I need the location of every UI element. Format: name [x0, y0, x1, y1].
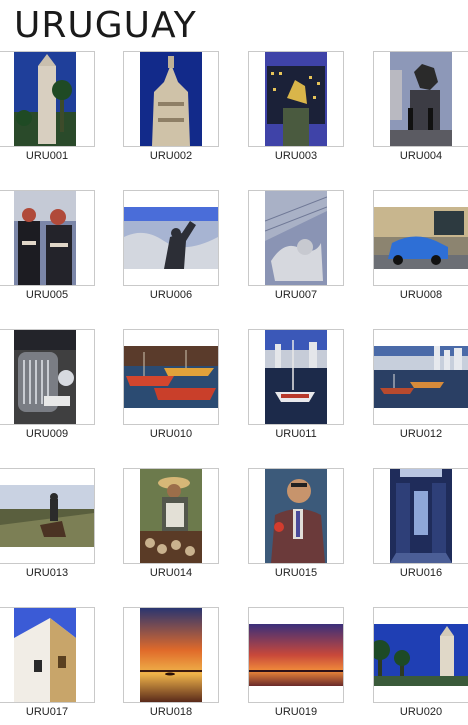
thumbnail-card[interactable]: URU013 [0, 468, 95, 586]
thumbnail-caption[interactable]: URU003 [248, 150, 344, 162]
thumbnail-card[interactable]: URU019 [248, 607, 344, 725]
thumbnail-grid: URU001 URU002 URU003 URU004 URU005 URU00… [0, 0, 468, 721]
thumbnail-frame[interactable] [248, 51, 344, 147]
thumbnail-card[interactable]: URU016 [373, 468, 468, 586]
thumbnail-caption[interactable]: URU005 [0, 289, 95, 301]
thumbnail-card[interactable]: URU003 [248, 51, 344, 169]
thumbnail-card[interactable]: URU009 [0, 329, 95, 447]
thumbnail-caption[interactable]: URU019 [248, 706, 344, 718]
thumbnail-card[interactable]: URU015 [248, 468, 344, 586]
thumbnail-caption[interactable]: URU013 [0, 567, 95, 579]
thumbnail-image[interactable] [265, 330, 327, 424]
thumbnail-frame[interactable] [0, 51, 95, 147]
thumbnail-image[interactable] [14, 52, 76, 146]
thumbnail-caption[interactable]: URU017 [0, 706, 95, 718]
thumbnail-card[interactable]: URU004 [373, 51, 468, 169]
thumbnail-caption[interactable]: URU004 [373, 150, 468, 162]
thumbnail-frame[interactable] [0, 329, 95, 425]
thumbnail-frame[interactable] [248, 468, 344, 564]
thumbnail-card[interactable]: URU005 [0, 190, 95, 308]
thumbnail-frame[interactable] [123, 51, 219, 147]
thumbnail-image[interactable] [14, 608, 76, 702]
thumbnail-card[interactable]: URU001 [0, 51, 95, 169]
thumbnail-image[interactable] [14, 330, 76, 424]
thumbnail-card[interactable]: URU012 [373, 329, 468, 447]
thumbnail-frame[interactable] [373, 468, 468, 564]
thumbnail-image[interactable] [124, 346, 218, 408]
thumbnail-frame[interactable] [123, 468, 219, 564]
thumbnail-image[interactable] [374, 624, 468, 686]
thumbnail-caption[interactable]: URU016 [373, 567, 468, 579]
thumbnail-caption[interactable]: URU010 [123, 428, 219, 440]
thumbnail-image[interactable] [390, 52, 452, 146]
thumbnail-caption[interactable]: URU014 [123, 567, 219, 579]
thumbnail-caption[interactable]: URU006 [123, 289, 219, 301]
thumbnail-frame[interactable] [248, 329, 344, 425]
thumbnail-image[interactable] [265, 469, 327, 563]
thumbnail-frame[interactable] [123, 607, 219, 703]
thumbnail-card[interactable]: URU008 [373, 190, 468, 308]
thumbnail-frame[interactable] [0, 468, 95, 564]
thumbnail-frame[interactable] [0, 190, 95, 286]
thumbnail-caption[interactable]: URU020 [373, 706, 468, 718]
thumbnail-image[interactable] [0, 485, 94, 547]
thumbnail-image[interactable] [14, 191, 76, 285]
thumbnail-caption[interactable]: URU012 [373, 428, 468, 440]
thumbnail-caption[interactable]: URU018 [123, 706, 219, 718]
thumbnail-frame[interactable] [248, 607, 344, 703]
thumbnail-card[interactable]: URU011 [248, 329, 344, 447]
thumbnail-card[interactable]: URU017 [0, 607, 95, 725]
thumbnail-card[interactable]: URU010 [123, 329, 219, 447]
thumbnail-caption[interactable]: URU009 [0, 428, 95, 440]
thumbnail-card[interactable]: URU014 [123, 468, 219, 586]
thumbnail-frame[interactable] [123, 190, 219, 286]
thumbnail-frame[interactable] [373, 607, 468, 703]
thumbnail-card[interactable]: URU018 [123, 607, 219, 725]
thumbnail-image[interactable] [390, 469, 452, 563]
thumbnail-card[interactable]: URU007 [248, 190, 344, 308]
thumbnail-frame[interactable] [123, 329, 219, 425]
thumbnail-caption[interactable]: URU008 [373, 289, 468, 301]
thumbnail-card[interactable]: URU006 [123, 190, 219, 308]
thumbnail-image[interactable] [265, 191, 327, 285]
thumbnail-caption[interactable]: URU011 [248, 428, 344, 440]
thumbnail-image[interactable] [124, 207, 218, 269]
thumbnail-image[interactable] [249, 624, 343, 686]
thumbnail-caption[interactable]: URU002 [123, 150, 219, 162]
thumbnail-frame[interactable] [373, 190, 468, 286]
thumbnail-frame[interactable] [0, 607, 95, 703]
thumbnail-caption[interactable]: URU015 [248, 567, 344, 579]
thumbnail-image[interactable] [140, 469, 202, 563]
thumbnail-card[interactable]: URU002 [123, 51, 219, 169]
thumbnail-frame[interactable] [373, 51, 468, 147]
thumbnail-caption[interactable]: URU001 [0, 150, 95, 162]
thumbnail-image[interactable] [140, 608, 202, 702]
thumbnail-image[interactable] [140, 52, 202, 146]
thumbnail-image[interactable] [374, 346, 468, 408]
thumbnail-frame[interactable] [373, 329, 468, 425]
thumbnail-card[interactable]: URU020 [373, 607, 468, 725]
thumbnail-caption[interactable]: URU007 [248, 289, 344, 301]
thumbnail-frame[interactable] [248, 190, 344, 286]
thumbnail-image[interactable] [374, 207, 468, 269]
thumbnail-image[interactable] [265, 52, 327, 146]
